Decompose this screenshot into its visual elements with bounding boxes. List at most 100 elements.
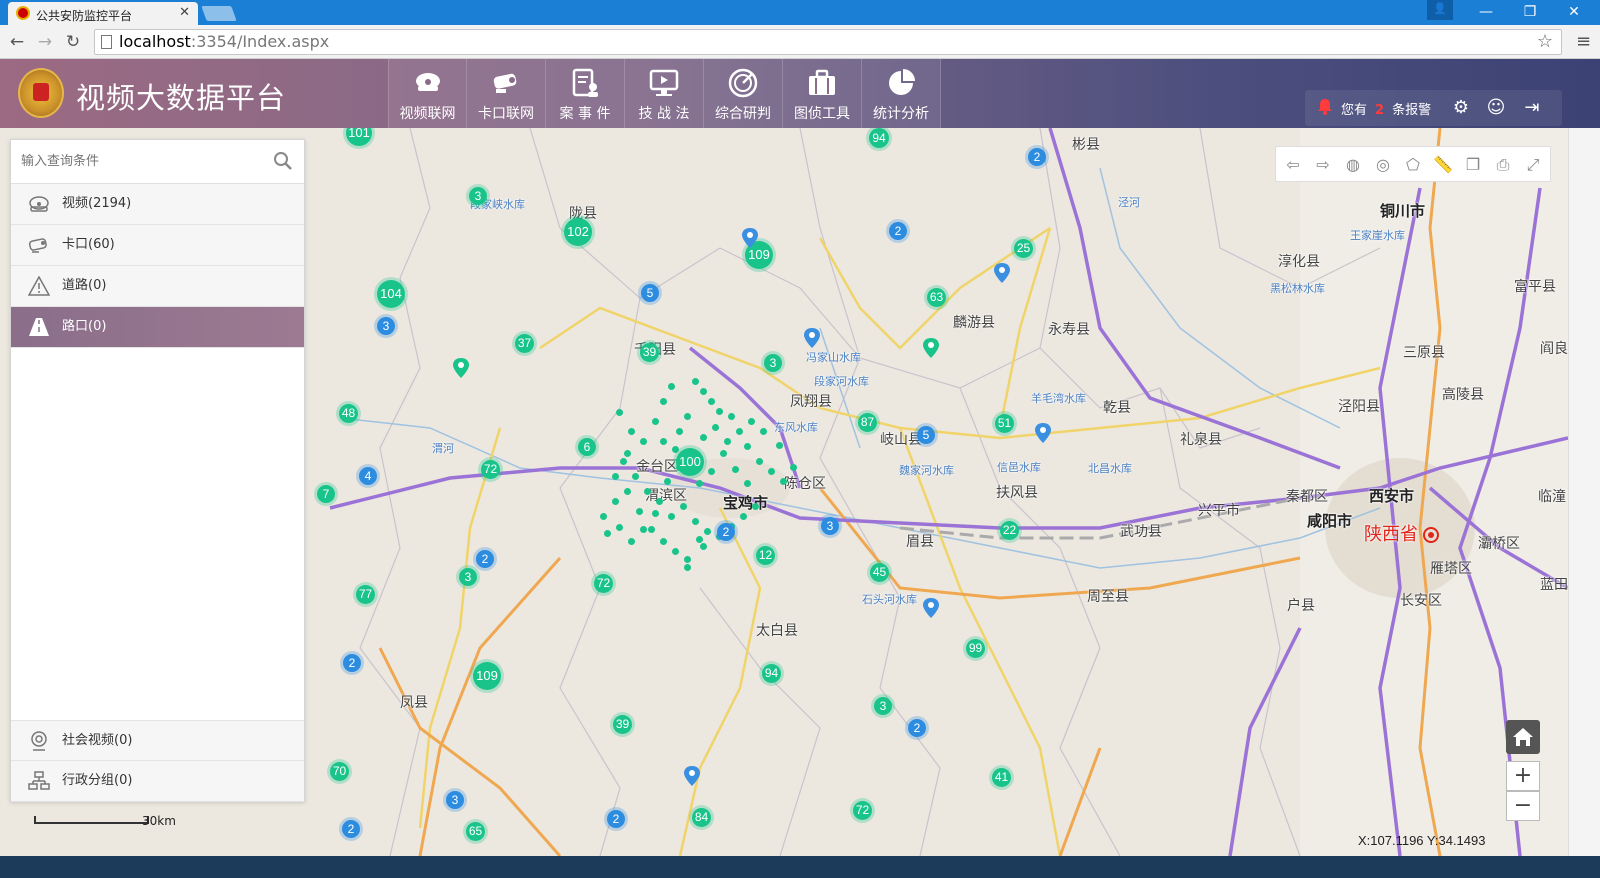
alert-text[interactable]: 您有 2 条报警 [1341,99,1431,118]
camera-dot[interactable] [620,458,627,465]
camera-dot[interactable] [628,538,635,545]
camera-dot[interactable] [648,526,655,533]
camera-dot[interactable] [712,424,719,431]
camera-dot[interactable] [752,503,759,510]
camera-dot[interactable] [684,413,691,420]
map-home-button[interactable] [1506,720,1540,754]
camera-dot[interactable] [612,498,619,505]
panel-item-intersection[interactable]: 路口(0) [11,307,304,348]
map-pin-icon[interactable] [1035,423,1051,443]
camera-cluster[interactable]: 65 [466,822,485,841]
camera-dot[interactable] [644,488,651,495]
camera-dot[interactable] [740,513,747,520]
camera-dot[interactable] [720,450,727,457]
new-tab-button[interactable] [201,6,237,21]
search-icon[interactable] [273,151,293,171]
camera-cluster[interactable]: 70 [330,762,349,781]
nav-image-tools[interactable]: 图侦工具 [783,59,862,128]
camera-cluster[interactable]: 109 [473,662,501,690]
camera-cluster[interactable]: 2 [908,719,926,737]
camera-cluster[interactable]: 102 [564,218,592,246]
panel-item-video[interactable]: 视频(2194) [11,184,304,225]
nav-cases[interactable]: 案 事 件 [546,59,625,128]
nav-checkpoint-network[interactable]: 卡口联网 [467,59,546,128]
chrome-menu-icon[interactable]: ≡ [1576,31,1591,52]
camera-cluster[interactable]: 22 [1000,521,1019,540]
bell-icon[interactable] [1317,98,1333,115]
nav-statistics[interactable]: 统计分析 [862,59,941,128]
camera-dot[interactable] [604,530,611,537]
camera-dot[interactable] [660,438,667,445]
camera-dot[interactable] [708,398,715,405]
camera-dot[interactable] [600,513,607,520]
camera-dot[interactable] [640,438,647,445]
camera-dot[interactable] [664,478,671,485]
camera-dot[interactable] [728,413,735,420]
camera-cluster[interactable]: 2 [1028,148,1046,166]
zoom-out-button[interactable]: − [1506,791,1540,821]
camera-dot[interactable] [700,434,707,441]
camera-dot[interactable] [704,528,711,535]
camera-cluster[interactable]: 4 [359,467,377,485]
page-scrollbar[interactable] [1568,128,1600,856]
camera-cluster[interactable]: 2 [889,222,907,240]
reload-icon[interactable]: ↻ [62,31,84,53]
tab-close-icon[interactable]: ✕ [179,5,190,20]
panel-item-admin-group[interactable]: 行政分组(0) [11,761,304,802]
nav-tactics[interactable]: 技 战 法 [625,59,704,128]
map-pin-icon[interactable] [994,263,1010,283]
camera-cluster[interactable]: 3 [764,354,782,372]
camera-dot[interactable] [684,556,691,563]
camera-dot[interactable] [736,428,743,435]
layers-icon[interactable]: ❐ [1458,151,1488,179]
map-pin-icon[interactable] [742,228,758,248]
camera-cluster[interactable]: 7 [317,485,335,503]
camera-cluster[interactable]: 2 [476,550,494,568]
camera-dot[interactable] [780,478,787,485]
camera-dot[interactable] [624,450,631,457]
camera-cluster[interactable]: 3 [446,791,464,809]
camera-dot[interactable] [748,418,755,425]
camera-dot[interactable] [624,488,631,495]
camera-cluster[interactable]: 72 [594,574,613,593]
map-pin-icon[interactable] [923,338,939,358]
nav-video-network[interactable]: 视频联网 [388,59,467,128]
camera-dot[interactable] [652,510,659,517]
map-pin-icon[interactable] [923,598,939,618]
camera-dot[interactable] [756,458,763,465]
panel-item-social-video[interactable]: 社会视频(0) [11,720,304,761]
camera-dot[interactable] [636,508,643,515]
panel-item-checkpoint[interactable]: 卡口(60) [11,225,304,266]
map-pin-icon[interactable] [453,358,469,378]
camera-dot[interactable] [696,480,703,487]
close-window-icon[interactable]: ✕ [1552,0,1596,25]
camera-cluster[interactable]: 48 [339,404,358,423]
camera-cluster[interactable]: 37 [515,334,534,353]
camera-cluster[interactable]: 41 [992,768,1011,787]
camera-dot[interactable] [616,409,623,416]
settings-gear-icon[interactable]: ⚙ [1448,95,1474,121]
search-input[interactable] [11,140,261,183]
camera-dot[interactable] [684,564,691,571]
camera-dot[interactable] [640,526,647,533]
camera-cluster[interactable]: 6 [578,438,596,456]
logout-icon[interactable]: ⇥ [1519,95,1545,121]
nav-analysis[interactable]: 综合研判 [704,59,783,128]
camera-cluster[interactable]: 3 [377,317,395,335]
measure-icon[interactable]: 📏 [1428,151,1458,179]
camera-dot[interactable] [696,536,703,543]
camera-cluster[interactable]: 39 [613,715,632,734]
print-icon[interactable]: ⎙ [1488,151,1518,179]
camera-cluster[interactable]: 104 [377,280,405,308]
camera-dot[interactable] [744,443,751,450]
camera-dot[interactable] [668,513,675,520]
camera-cluster[interactable]: 25 [1014,239,1033,258]
camera-dot[interactable] [672,446,679,453]
camera-cluster[interactable]: 2 [342,820,360,838]
camera-dot[interactable] [700,543,707,550]
circle-select-icon[interactable]: ◎ [1368,151,1398,179]
camera-cluster[interactable]: 99 [966,639,985,658]
map-pin-icon[interactable] [804,328,820,348]
back-icon[interactable]: ← [6,31,28,53]
camera-dot[interactable] [668,383,675,390]
